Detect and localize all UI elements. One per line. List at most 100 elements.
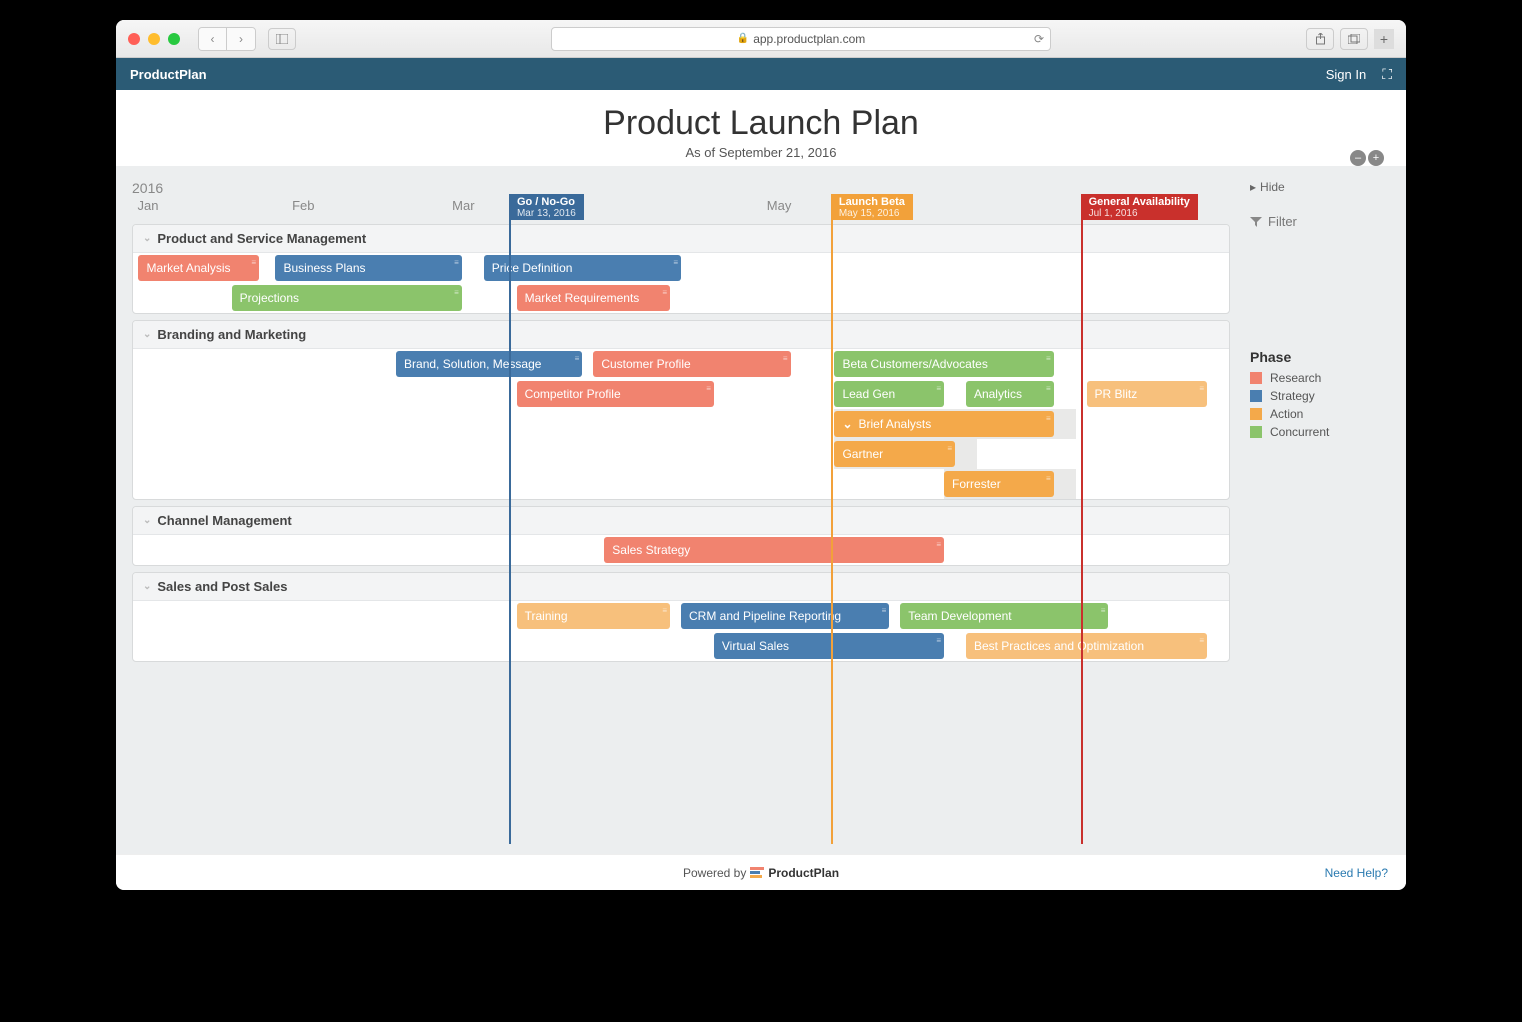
timeline-bar[interactable]: Brief Analysts≡	[834, 411, 1053, 437]
timeline-panel: 2016 JanFebMarMay ⌄Product and Service M…	[126, 176, 1236, 844]
bar-label: Team Development	[908, 609, 1011, 623]
share-icon[interactable]	[1306, 28, 1334, 50]
bar-label: Competitor Profile	[525, 387, 621, 401]
zoom-out-button[interactable]: –	[1350, 150, 1366, 166]
forward-button[interactable]: ›	[227, 28, 255, 50]
productplan-logo[interactable]: ProductPlan	[750, 866, 839, 880]
timeline-bar[interactable]: Projections≡	[232, 285, 462, 311]
timeline-bar[interactable]: Best Practices and Optimization≡	[966, 633, 1207, 659]
timeline-bar[interactable]: Team Development ≡	[900, 603, 1108, 629]
bar-label: CRM and Pipeline Reporting	[689, 609, 841, 623]
grip-icon: ≡	[454, 258, 458, 267]
lane-header[interactable]: ⌄ Product and Service Management	[133, 225, 1229, 253]
grip-icon: ≡	[882, 606, 886, 615]
bar-label: Market Requirements	[525, 291, 640, 305]
browser-window: ‹ › 🔒 app.productplan.com ⟳ + ProductPla…	[116, 20, 1406, 890]
milestone-title: Go / No-Go	[517, 196, 576, 208]
month-label: Jan	[138, 198, 159, 213]
sub-container: Forrester≡	[944, 469, 1076, 499]
lane-group: ⌄ Product and Service Management Market An…	[132, 224, 1230, 314]
lane-title: Product and Service Management	[157, 231, 366, 246]
sign-in-link[interactable]: Sign In	[1326, 67, 1366, 82]
grip-icon: ≡	[947, 444, 951, 453]
month-label: Mar	[452, 198, 474, 213]
tabs-icon[interactable]	[1340, 28, 1368, 50]
footer: Powered by ProductPlan Need Help?	[116, 854, 1406, 890]
grip-icon: ≡	[936, 540, 940, 549]
timeline-bar[interactable]: Gartner≡	[834, 441, 955, 467]
timeline-bar[interactable]: Lead Gen≡	[834, 381, 944, 407]
help-link[interactable]: Need Help?	[1325, 866, 1388, 880]
timeline-bar[interactable]: Virtual Sales≡	[714, 633, 944, 659]
legend-label: Concurrent	[1270, 425, 1329, 439]
lane-row: Brief Analysts≡	[133, 409, 1229, 439]
timeline-header: 2016 JanFebMarMay	[126, 176, 1236, 224]
hide-toggle[interactable]: ▸ Hide	[1250, 180, 1396, 194]
timeline-bar[interactable]: Sales Strategy ≡	[604, 537, 944, 563]
main-area: 2016 JanFebMarMay ⌄Product and Service M…	[116, 166, 1406, 854]
chevron-down-icon: ⌄	[143, 581, 151, 592]
grip-icon: ≡	[251, 258, 255, 267]
close-window-icon[interactable]	[128, 33, 140, 45]
grip-icon: ≡	[936, 636, 940, 645]
filter-icon	[1250, 216, 1262, 228]
timeline-bar[interactable]: Market Requirements≡	[517, 285, 670, 311]
logo-text: ProductPlan	[768, 866, 839, 880]
milestone-date: Mar 13, 2016	[517, 208, 576, 219]
legend-item: Concurrent	[1250, 425, 1396, 439]
grip-icon: ≡	[1199, 636, 1203, 645]
url-bar[interactable]: 🔒 app.productplan.com ⟳	[551, 27, 1051, 51]
new-tab-button[interactable]: +	[1374, 29, 1394, 49]
lane-row: Market Analysis≡Business Plans≡Price Def…	[133, 253, 1229, 283]
milestone-flag[interactable]: Launch BetaMay 15, 2016	[831, 194, 913, 220]
grip-icon: ≡	[706, 384, 710, 393]
app-body: Product Launch Plan As of September 21, …	[116, 90, 1406, 890]
timeline-bar[interactable]: Competitor Profile ≡	[517, 381, 714, 407]
zoom-controls: – +	[1350, 150, 1384, 166]
timeline-bar[interactable]: Training≡	[517, 603, 670, 629]
milestone-date: May 15, 2016	[839, 208, 905, 219]
minimize-window-icon[interactable]	[148, 33, 160, 45]
timeline-bar[interactable]: Price Definition ≡	[484, 255, 681, 281]
grip-icon: ≡	[1101, 606, 1105, 615]
timeline-bar[interactable]: Beta Customers/Advocates≡	[834, 351, 1053, 377]
timeline-bar[interactable]: Brand, Solution, Message≡	[396, 351, 582, 377]
grip-icon: ≡	[783, 354, 787, 363]
sidebar-toggle-icon[interactable]	[268, 28, 296, 50]
reload-icon[interactable]: ⟳	[1034, 32, 1044, 46]
timeline-bar[interactable]: Forrester≡	[944, 471, 1054, 497]
timeline-bar[interactable]: Analytics≡	[966, 381, 1054, 407]
fullscreen-icon[interactable]: ⛶	[1382, 66, 1392, 83]
timeline-bar[interactable]: Business Plans≡	[275, 255, 461, 281]
milestone-flag[interactable]: General AvailabilityJul 1, 2016	[1081, 194, 1198, 220]
chevron-down-icon: ⌄	[143, 233, 151, 244]
browser-chrome: ‹ › 🔒 app.productplan.com ⟳ +	[116, 20, 1406, 58]
filter-button[interactable]: Filter	[1250, 214, 1396, 229]
maximize-window-icon[interactable]	[168, 33, 180, 45]
lane-header[interactable]: ⌄Channel Management	[133, 507, 1229, 535]
lane-header[interactable]: ⌄Branding and Marketing	[133, 321, 1229, 349]
zoom-in-button[interactable]: +	[1368, 150, 1384, 166]
grip-icon: ≡	[673, 258, 677, 267]
lane-header[interactable]: ⌄Sales and Post Sales	[133, 573, 1229, 601]
sub-container: Gartner≡	[834, 439, 976, 469]
bar-label: Sales Strategy	[612, 543, 690, 557]
timeline-bar[interactable]: CRM and Pipeline Reporting ≡	[681, 603, 889, 629]
grip-icon: ≡	[1046, 474, 1050, 483]
timeline-bar[interactable]: PR Blitz≡	[1087, 381, 1208, 407]
bar-label: Market Analysis	[146, 261, 230, 275]
timeline-bar[interactable]: Market Analysis ≡	[138, 255, 259, 281]
timeline-bar[interactable]: Customer Profile≡	[593, 351, 790, 377]
milestone-flag[interactable]: Go / No-GoMar 13, 2016	[509, 194, 584, 220]
bar-label: Price Definition	[492, 261, 573, 275]
month-label: May	[767, 198, 792, 213]
legend-swatch	[1250, 408, 1262, 420]
lane-title: Channel Management	[157, 513, 291, 528]
back-button[interactable]: ‹	[199, 28, 227, 50]
milestone-line	[509, 220, 511, 844]
legend-item: Research	[1250, 371, 1396, 385]
lane-group: ⌄Channel Management Sales Strategy ≡	[132, 506, 1230, 566]
lane-row: Competitor Profile ≡ Lead Gen≡ Analytics≡ PR…	[133, 379, 1229, 409]
window-controls	[128, 33, 180, 45]
nav-buttons: ‹ ›	[198, 27, 256, 51]
